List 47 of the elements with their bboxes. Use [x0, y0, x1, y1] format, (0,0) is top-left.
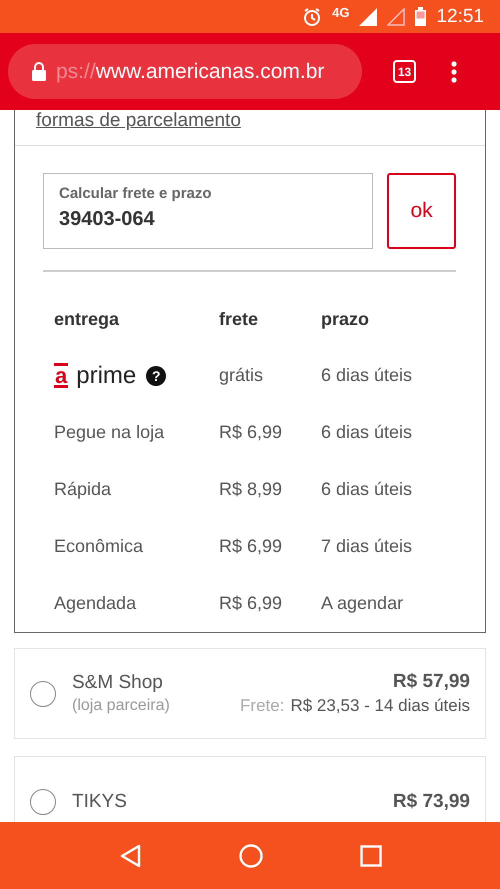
delivery-type: Rápida: [54, 479, 112, 500]
price: R$ 57,99: [392, 671, 470, 693]
delivery-type: Agendada: [54, 593, 138, 614]
shipping-info: R$ 23,53 - 14 dias úteis: [290, 696, 470, 716]
postal-code-field[interactable]: Calcular frete e prazo 39403-064: [43, 173, 374, 249]
brand-logo: a: [54, 363, 68, 388]
seller-name: TIKYS: [72, 790, 127, 812]
ok-button[interactable]: ok: [387, 173, 456, 249]
seller-name: S&M Shop: [72, 672, 164, 694]
delivery-type: Pegue na loja: [54, 422, 166, 443]
price: R$ 73,99: [392, 790, 470, 812]
alarm-icon: [302, 6, 322, 26]
delivery-type: prime: [76, 362, 136, 390]
address-bar[interactable]: ps://www.americanas.com.br: [8, 44, 362, 99]
delivery-time: 7 dias úteis: [321, 536, 414, 557]
radio-button[interactable]: [30, 680, 56, 706]
lock-icon: [32, 62, 46, 81]
url-text: ps://www.americanas.com.br: [56, 60, 324, 84]
installments-link[interactable]: formas de parcelamento: [36, 110, 241, 132]
column-header: entrega: [54, 309, 120, 330]
network-type: 4G: [332, 5, 350, 20]
menu-icon[interactable]: [451, 60, 457, 82]
shipping-cost: R$ 6,99: [219, 422, 284, 443]
battery-icon: [415, 7, 426, 26]
shipping-label: Frete:: [240, 696, 284, 716]
seller-card[interactable]: S&M Shop (loja parceira) R$ 57,99 Frete: R$ 23,53 - 14 dias úteis: [14, 648, 486, 739]
delivery-time: A agendar: [321, 593, 404, 614]
radio-button[interactable]: [30, 788, 56, 814]
back-icon[interactable]: [118, 844, 142, 868]
tab-count-button[interactable]: 13: [393, 60, 416, 83]
column-header: frete: [219, 309, 260, 330]
column-header: prazo: [321, 309, 370, 330]
help-icon[interactable]: ?: [146, 366, 166, 386]
home-icon[interactable]: [238, 844, 262, 868]
clock-time: 12:51: [436, 6, 484, 28]
delivery-type: Econômica: [54, 536, 144, 557]
delivery-time: 6 dias úteis: [321, 479, 414, 500]
delivery-time: 6 dias úteis: [321, 422, 414, 443]
shipping-cost: grátis: [219, 365, 264, 386]
recent-apps-icon[interactable]: [360, 844, 382, 866]
shipping-cost: R$ 6,99: [219, 536, 284, 557]
shipping-cost: R$ 6,99: [219, 593, 284, 614]
seller-note: (loja parceira): [72, 697, 170, 715]
shipping-cost: R$ 8,99: [219, 479, 284, 500]
delivery-time: 6 dias úteis: [321, 365, 414, 386]
signal-icon: [359, 8, 378, 26]
signal-icon: [387, 8, 406, 26]
